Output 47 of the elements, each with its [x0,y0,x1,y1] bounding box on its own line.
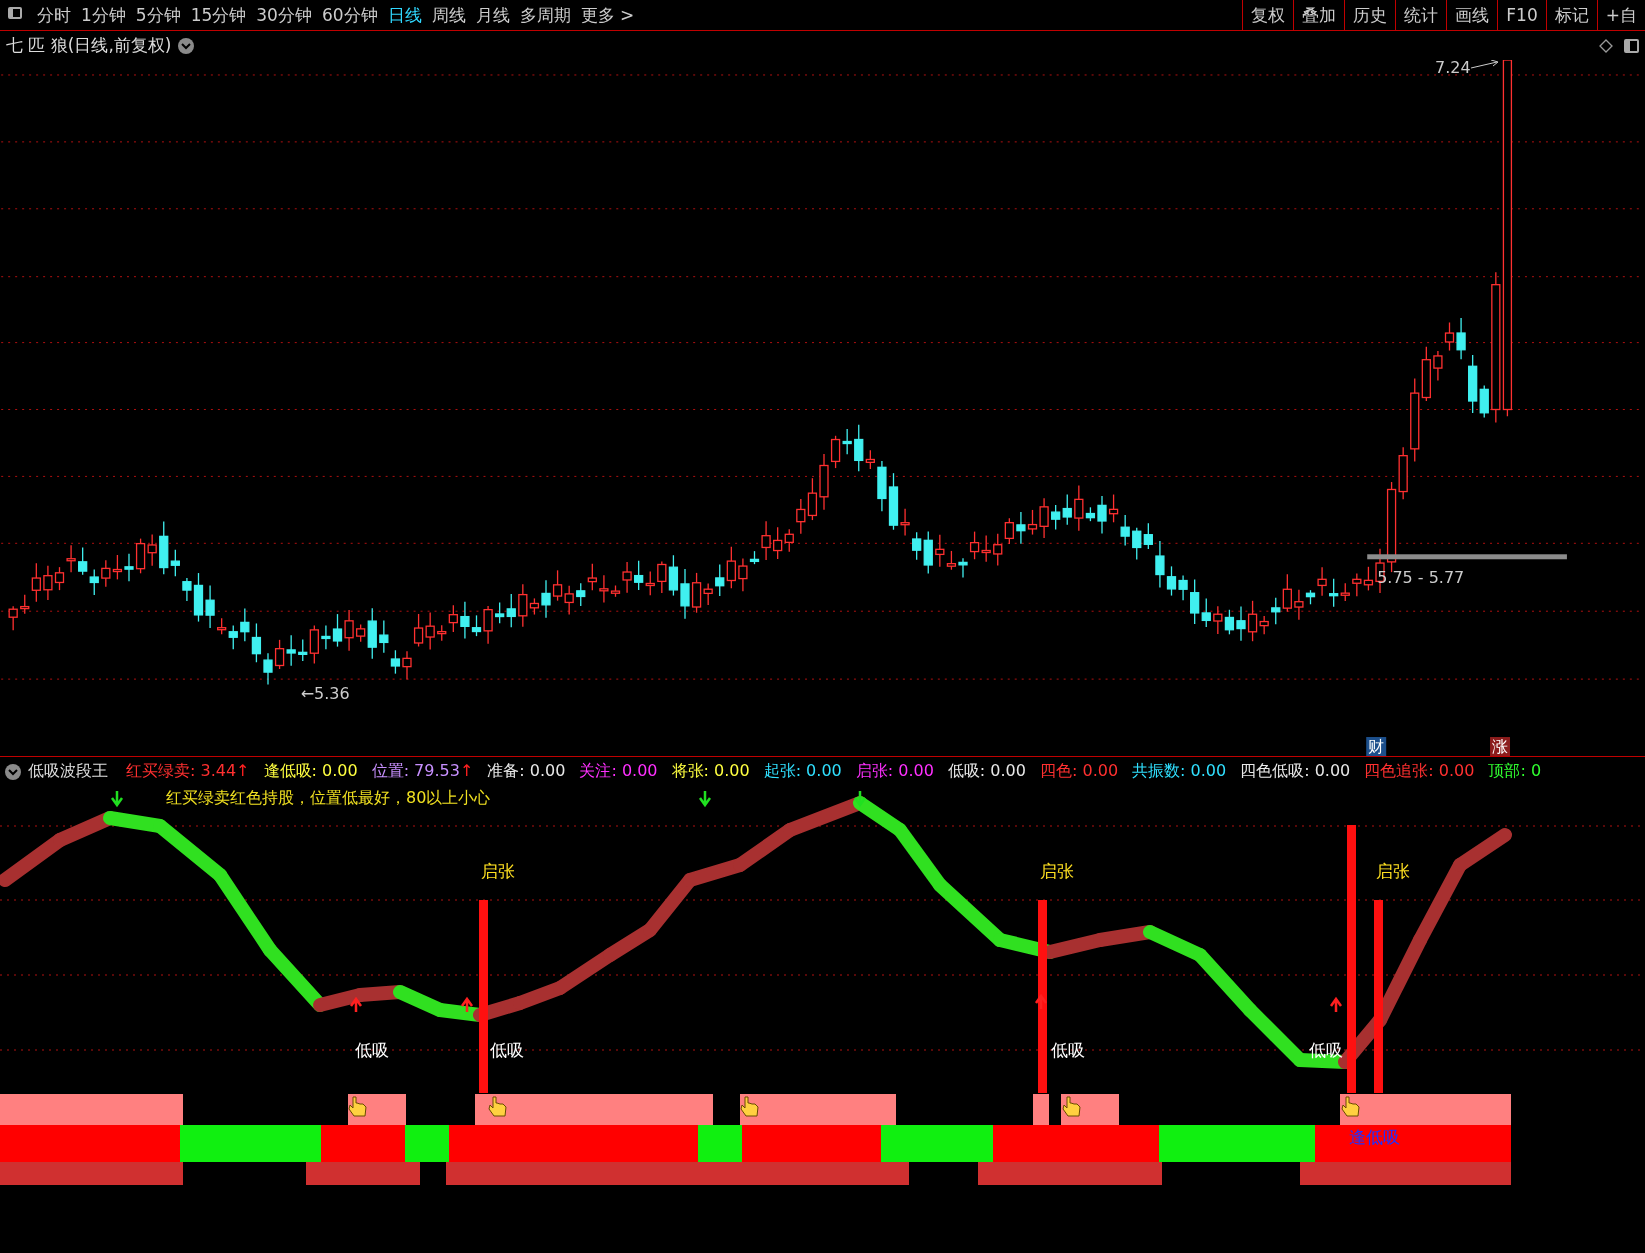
badge-label: 财 [1368,737,1385,756]
period-tab[interactable]: 15分钟 [185,0,252,30]
period-tab[interactable]: 分时 [32,0,76,30]
toolbar-button[interactable]: 叠加 [1293,0,1345,30]
rise-label: 启张 [481,861,515,881]
indicator-value: 关注: 0.00 [579,761,658,782]
indicator-value: 顶部: 0 [1488,761,1542,782]
indicator-value: 四色追张: 0.00 [1364,761,1475,782]
toolbar-button[interactable]: 历史 [1344,0,1396,30]
toolbar-button[interactable]: F10 [1497,0,1546,30]
indicator-value: 准备: 0.00 [487,761,566,782]
indicator-value: 逢低吸: 0.00 [263,761,358,782]
indicator-value: 启张: 0.00 [855,761,934,782]
dip-label: 低吸 [355,1040,389,1060]
indicator-value: 四色: 0.00 [1039,761,1119,782]
low-price-label: ←5.36 [300,684,350,704]
high-price-label: 7.24 [1435,60,1471,77]
toolbar-button[interactable]: 复权 [1242,0,1294,30]
rise-label: 启张 [1376,861,1410,881]
indicator-value: 将张: 0.00 [671,761,750,782]
buy-signal-label: 逢低吸 [1349,1127,1400,1147]
dip-label: 低吸 [490,1040,524,1060]
period-tab[interactable]: 多周期 [514,0,576,30]
rise-label: 启张 [1040,861,1074,881]
badge-label: 涨 [1492,737,1509,756]
indicator-value: 低吸: 0.00 [947,761,1026,782]
period-tab[interactable]: 周线 [426,0,471,30]
toolbar-button[interactable]: 标记 [1545,0,1597,30]
period-tab[interactable]: 1分钟 [76,0,131,30]
toolbar-button[interactable]: +自 [1596,0,1645,30]
indicator-title: 低吸波段王 [28,761,108,782]
indicator-value: 四色低吸: 0.00 [1240,761,1351,782]
period-tab[interactable]: 月线 [470,0,515,30]
indicator-note: 红买绿卖红色持股，位置低最好，80以上小心 [166,788,491,809]
period-tab[interactable]: 日线 [382,0,427,30]
period-tab[interactable]: 5分钟 [130,0,186,30]
period-tab[interactable]: 30分钟 [251,0,317,30]
toolbar-button[interactable]: 统计 [1395,0,1447,30]
indicator-value: 位置: 79.53↑ [371,761,474,782]
toolbar-button[interactable]: 画线 [1446,0,1498,30]
indicator-value: 共振数: 0.00 [1132,761,1227,782]
dip-label: 低吸 [1051,1040,1085,1060]
indicator-value: 起张: 0.00 [763,761,842,782]
period-tab[interactable]: 60分钟 [316,0,383,30]
indicator-value: 红买绿卖: 3.44↑ [126,761,250,782]
chart-title: 七 匹 狼(日线,前复权) [6,34,172,57]
period-tab[interactable]: 更多 > [575,0,640,30]
